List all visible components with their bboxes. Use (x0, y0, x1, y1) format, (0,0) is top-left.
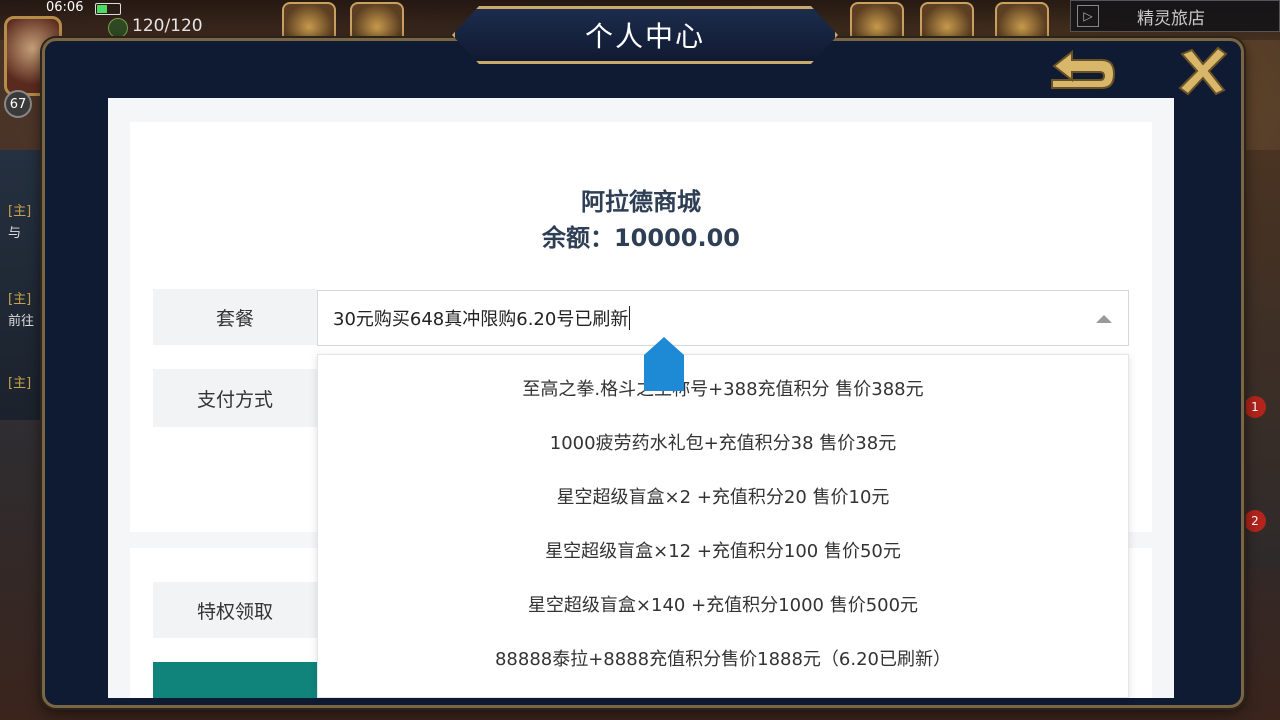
quest-sidebar[interactable]: [主] 与 [主] 前往 [主] (0, 150, 42, 420)
dropdown-option[interactable]: 88888泰拉+8888充值积分售价1888元（6.20已刷新） (318, 631, 1128, 685)
elf-inn-button[interactable]: ▷ 精灵旅店 (1070, 0, 1280, 32)
dropdown-option[interactable]: 至高之拳.格斗之王称号+388充值积分 售价388元 (318, 361, 1128, 415)
text-cursor-handle-icon[interactable] (644, 337, 684, 391)
payment-method-label: 支付方式 (153, 369, 317, 427)
close-icon[interactable] (1176, 44, 1230, 98)
player-level: 67 (4, 90, 32, 118)
text-caret (629, 306, 631, 330)
selected-package-text: 30元购买648真冲限购6.20号已刷新 (333, 309, 629, 330)
clock: 06:06 (46, 0, 84, 15)
right-sidebar: 1 2 (1240, 150, 1280, 570)
battery-icon (95, 3, 121, 15)
quest-text: 与 (8, 226, 22, 241)
stamina-icon (108, 18, 128, 38)
dropdown-option[interactable]: 1000疲劳药水礼包+充值积分38 售价38元 (318, 415, 1128, 469)
dropdown-option[interactable]: 星空超级盲盒×12 +充值积分100 售价50元 (318, 523, 1128, 577)
dropdown-option[interactable]: 星空超级盲盒×2 +充值积分20 售价10元 (318, 469, 1128, 523)
modal-title: 个人中心 (584, 20, 705, 53)
notification-badge: 1 (1244, 396, 1266, 418)
chevron-up-icon (1096, 315, 1112, 323)
package-select[interactable]: 30元购买648真冲限购6.20号已刷新 (317, 290, 1129, 346)
elf-inn-label: 精灵旅店 (1137, 8, 1205, 29)
quest-tag: [主] (8, 204, 32, 219)
dropdown-option[interactable]: 星空超级盲盒×140 +充值积分1000 售价500元 (318, 577, 1128, 631)
play-icon: ▷ (1077, 5, 1099, 27)
package-dropdown-list: 至高之拳.格斗之王称号+388充值积分 售价388元 1000疲劳药水礼包+充值… (317, 354, 1129, 698)
payment-options-area (153, 427, 317, 517)
quest-text: 前往 (8, 314, 35, 329)
submit-button[interactable] (153, 662, 317, 698)
back-arrow-icon[interactable] (1046, 50, 1118, 98)
quest-tag: [主] (8, 292, 32, 307)
privilege-label: 特权领取 (153, 582, 317, 638)
stamina-value: 120/120 (132, 16, 203, 36)
modal-title-banner: 个人中心 (452, 6, 838, 64)
quest-tag: [主] (8, 376, 32, 391)
balance-text: 余额：10000.00 (541, 224, 740, 252)
package-label: 套餐 (153, 289, 317, 345)
notification-badge: 2 (1244, 510, 1266, 532)
shop-name: 阿拉德商城 (581, 188, 701, 216)
